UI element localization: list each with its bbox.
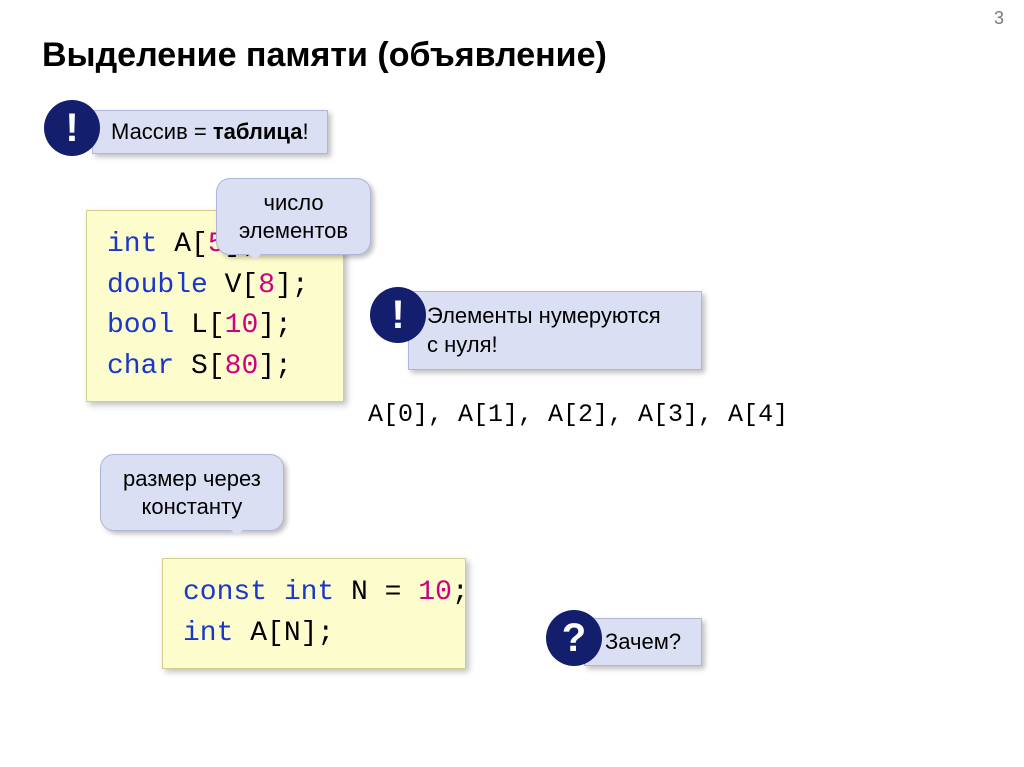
sp <box>267 577 284 608</box>
kw: double <box>107 270 208 301</box>
code: ]; <box>258 351 292 382</box>
text: Зачем? <box>605 629 681 654</box>
kw: bool <box>107 310 174 341</box>
text-bang: ! <box>302 119 308 144</box>
callout-const-size: размер через константу <box>100 454 284 531</box>
callout-count: число элементов <box>216 178 371 255</box>
text-line2: константу <box>142 494 243 519</box>
code: S[ <box>174 351 224 382</box>
exclaim-badge-1: ! <box>44 100 100 156</box>
code: ; <box>452 577 469 608</box>
num: 80 <box>225 351 259 382</box>
kw: int <box>107 229 157 260</box>
code: A[ <box>157 229 207 260</box>
question-badge: ? <box>546 610 602 666</box>
page-title: Выделение памяти (объявление) <box>42 36 607 75</box>
exclaim-badge-2: ! <box>370 287 426 343</box>
code: V[ <box>208 270 258 301</box>
code: L[ <box>174 310 224 341</box>
text: Массив = <box>111 119 213 144</box>
num: 8 <box>258 270 275 301</box>
text-line2: с нуля! <box>427 332 498 357</box>
text-bold: таблица <box>213 119 303 144</box>
code: A[N]; <box>233 618 334 649</box>
code: ]; <box>258 310 292 341</box>
num: 10 <box>225 310 259 341</box>
kw: const <box>183 577 267 608</box>
text-line1: размер через <box>123 466 261 491</box>
callout-massiv: Массив = таблица! <box>92 110 328 154</box>
code: N = <box>334 577 418 608</box>
code: ]; <box>275 270 309 301</box>
array-indices: A[0], A[1], A[2], A[3], A[4] <box>368 400 788 429</box>
code-block-const: const int N = 10; int A[N]; <box>162 558 466 669</box>
text-line2: элементов <box>239 218 348 243</box>
kw: char <box>107 351 174 382</box>
num: 10 <box>418 577 452 608</box>
callout-zero-indexed: Элементы нумеруются с нуля! <box>408 291 702 370</box>
text-line1: Элементы нумеруются <box>427 303 661 328</box>
kw: int <box>183 618 233 649</box>
kw: int <box>284 577 334 608</box>
text-line1: число <box>264 190 324 215</box>
slide-number: 3 <box>994 8 1004 29</box>
